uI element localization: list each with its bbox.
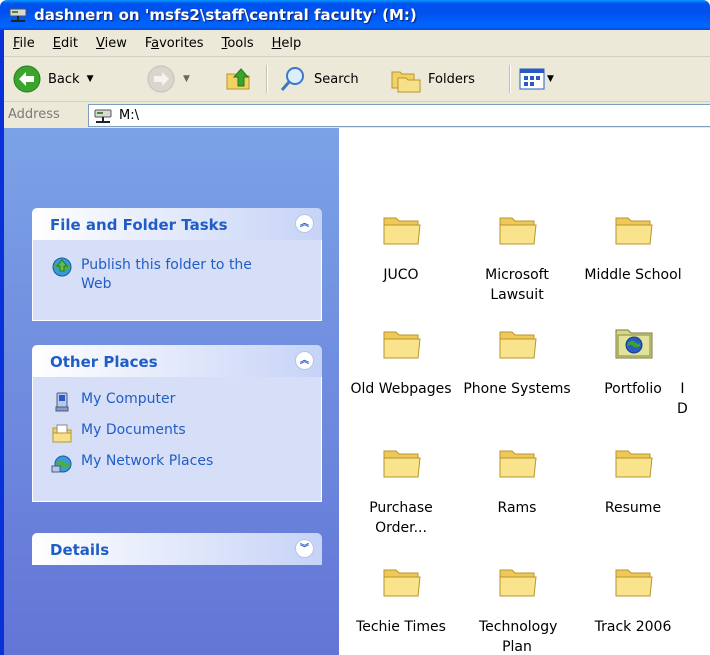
- expand-chevron-icon[interactable]: ︾: [295, 539, 314, 558]
- forward-button[interactable]: ▼: [146, 57, 190, 101]
- menu-bar: File Edit View Favorites Tools Help: [4, 30, 710, 57]
- views-dropdown-icon[interactable]: ▼: [547, 74, 554, 84]
- folder-icon: [499, 569, 537, 597]
- up-folder-icon: [226, 68, 250, 90]
- publish-web-icon: [52, 257, 72, 277]
- file-folder-tasks-panel: File and Folder Tasks ︽ Publish this fol…: [32, 208, 322, 321]
- menu-file[interactable]: File: [4, 36, 44, 51]
- my-documents-link[interactable]: My Documents: [51, 422, 186, 444]
- folder-icon: [615, 450, 653, 478]
- toolbar-separator: [509, 65, 511, 93]
- my-documents-icon: [52, 424, 72, 443]
- publish-folder-link[interactable]: Publish this folder to the Web: [51, 256, 271, 294]
- search-button[interactable]: Search: [278, 57, 359, 101]
- folder-icon: [499, 450, 537, 478]
- network-drive-icon: [94, 109, 112, 123]
- forward-dropdown-icon[interactable]: ▼: [183, 74, 190, 84]
- file-list: JUCO Microsoft Lawsuit Middle School Old…: [339, 128, 710, 655]
- folder-icon: [383, 569, 421, 597]
- address-field[interactable]: M:\: [88, 104, 710, 127]
- back-dropdown-icon[interactable]: ▼: [87, 74, 94, 84]
- details-panel: Details ︾: [32, 533, 322, 565]
- back-button[interactable]: Back ▼: [12, 57, 93, 101]
- panel-header[interactable]: Other Places ︽: [32, 345, 322, 377]
- views-button[interactable]: ▼: [519, 57, 554, 101]
- folder-icon: [383, 331, 421, 359]
- folder-icon: [383, 450, 421, 478]
- folder-icon: [499, 331, 537, 359]
- address-bar: Address M:\: [4, 102, 710, 129]
- my-computer-icon: [55, 392, 69, 412]
- web-folder-icon: [615, 329, 653, 359]
- address-label: Address: [8, 107, 60, 122]
- folder-icon: [499, 217, 537, 245]
- other-places-panel: Other Places ︽ My Computer My Documents: [32, 345, 322, 502]
- panel-header[interactable]: File and Folder Tasks ︽: [32, 208, 322, 240]
- network-drive-icon: [9, 8, 27, 22]
- menu-help[interactable]: Help: [263, 36, 311, 51]
- my-network-places-icon: [51, 455, 72, 473]
- address-value: M:\: [119, 108, 139, 123]
- folders-icon: [391, 71, 421, 93]
- menu-edit[interactable]: Edit: [44, 36, 87, 51]
- title-bar[interactable]: dashnern on 'msfs2\staff\central faculty…: [0, 0, 710, 30]
- toolbar: Back ▼ ▼ Search Folders ▼: [4, 57, 710, 102]
- toolbar-separator: [266, 65, 268, 93]
- back-arrow-icon: [13, 65, 41, 93]
- menu-tools[interactable]: Tools: [213, 36, 263, 51]
- window-title: dashnern on 'msfs2\staff\central faculty…: [34, 6, 417, 24]
- folder-icon: [615, 217, 653, 245]
- menu-favorites[interactable]: Favorites: [136, 36, 213, 51]
- folder-icon: [615, 569, 653, 597]
- forward-arrow-icon: [147, 65, 175, 93]
- my-computer-link[interactable]: My Computer: [51, 391, 175, 413]
- panel-header[interactable]: Details ︾: [32, 533, 322, 565]
- my-network-places-link[interactable]: My Network Places: [51, 453, 213, 475]
- collapse-chevron-icon[interactable]: ︽: [295, 351, 314, 370]
- views-icon: [519, 68, 545, 90]
- up-folder-button[interactable]: [224, 57, 254, 101]
- search-icon: [280, 67, 304, 91]
- menu-view[interactable]: View: [87, 36, 136, 51]
- collapse-chevron-icon[interactable]: ︽: [295, 214, 314, 233]
- folders-button[interactable]: Folders: [390, 57, 475, 101]
- folder-icon: [383, 217, 421, 245]
